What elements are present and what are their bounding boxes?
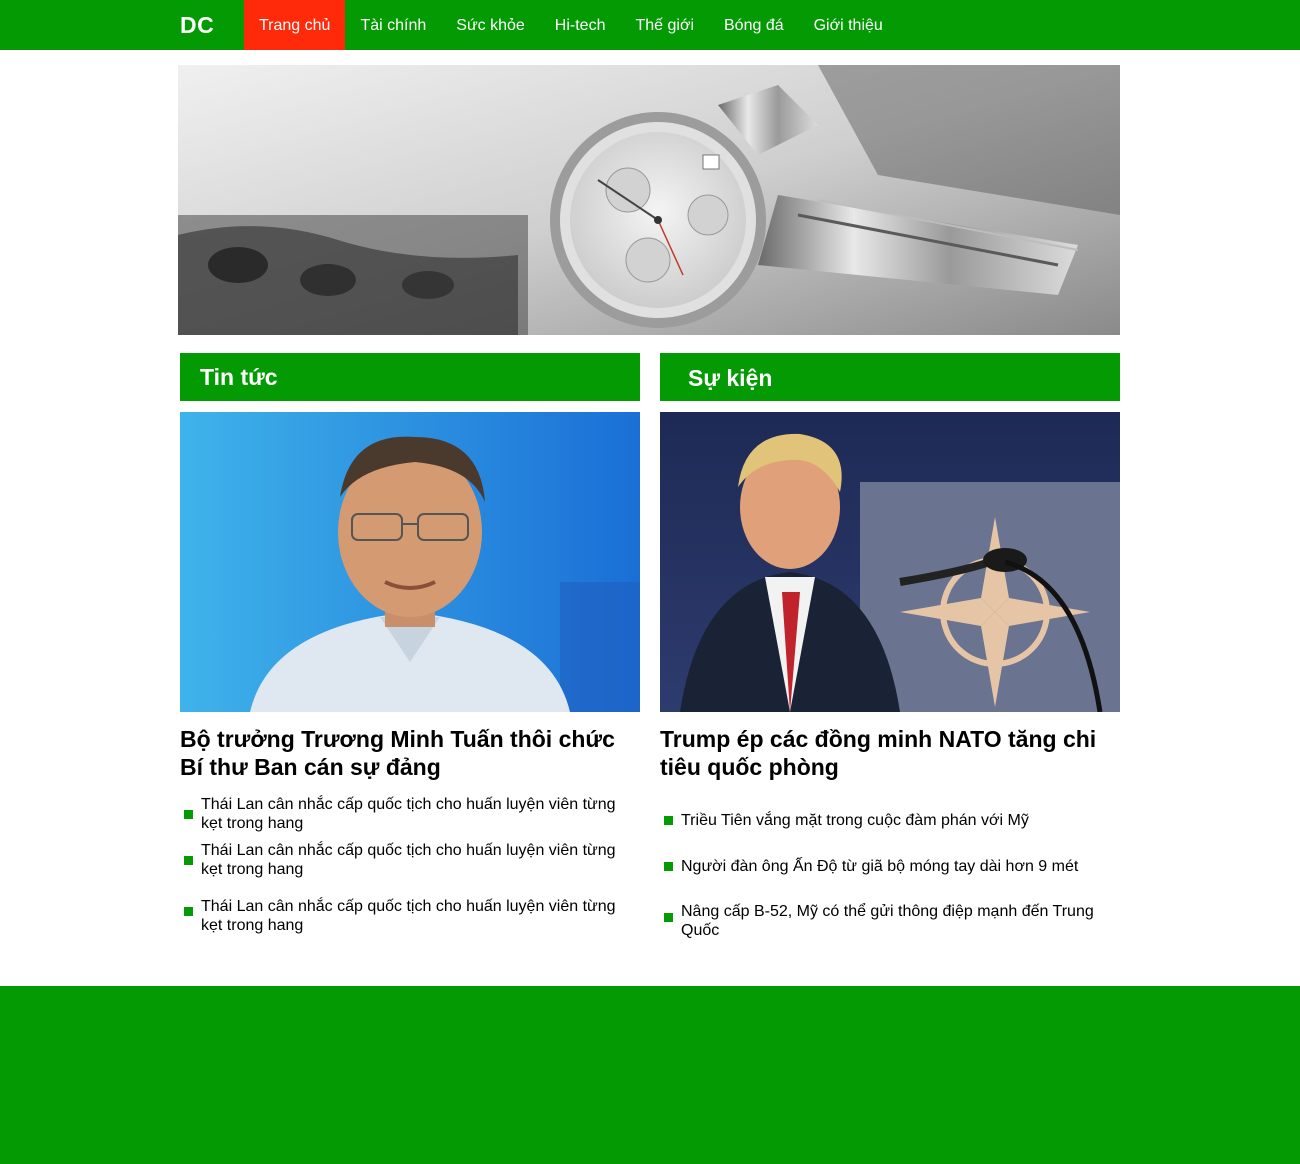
list-item-text: Người đàn ông Ấn Độ từ giã bộ móng tay d…: [681, 857, 1079, 875]
nav-item-home[interactable]: Trang chủ: [244, 0, 346, 50]
list-item[interactable]: Nâng cấp B-52, Mỹ có thể gửi thông điệp …: [660, 889, 1120, 945]
square-bullet-icon: [664, 816, 673, 825]
nav-item-hitech[interactable]: Hi-tech: [540, 0, 621, 50]
events-column: Sự kiện Trump ép các đồng minh NATO tăng…: [660, 353, 1120, 945]
square-bullet-icon: [184, 907, 193, 916]
minister-portrait-image[interactable]: [180, 412, 640, 712]
section-title-news[interactable]: Tin tức: [180, 353, 640, 401]
list-item-text: Thái Lan cân nhắc cấp quốc tịch cho huấn…: [201, 796, 616, 832]
watch-banner-image: [178, 65, 1120, 335]
square-bullet-icon: [664, 913, 673, 922]
section-title-events[interactable]: Sự kiện: [660, 353, 1120, 401]
list-item[interactable]: Triều Tiên vắng mặt trong cuộc đàm phán …: [660, 797, 1120, 843]
top-navbar: DC Trang chủ Tài chính Sức khỏe Hi-tech …: [0, 0, 1300, 50]
nav-item-world[interactable]: Thế giới: [620, 0, 709, 50]
list-item[interactable]: Thái Lan cân nhắc cấp quốc tịch cho huấn…: [180, 837, 640, 883]
site-logo[interactable]: DC: [180, 0, 214, 50]
square-bullet-icon: [664, 862, 673, 871]
list-item-text: Thái Lan cân nhắc cấp quốc tịch cho huấn…: [201, 898, 616, 934]
news-headline[interactable]: Bộ trưởng Trương Minh Tuấn thôi chức Bí …: [180, 725, 640, 781]
nav-item-health[interactable]: Sức khỏe: [441, 0, 540, 50]
list-item[interactable]: Thái Lan cân nhắc cấp quốc tịch cho huấn…: [180, 883, 640, 939]
main-nav: Trang chủ Tài chính Sức khỏe Hi-tech Thế…: [244, 0, 898, 50]
footer: [0, 986, 1300, 1164]
nav-item-football[interactable]: Bóng đá: [709, 0, 799, 50]
list-item-text: Triều Tiên vắng mặt trong cuộc đàm phán …: [681, 811, 1029, 829]
square-bullet-icon: [184, 856, 193, 865]
nav-item-about[interactable]: Giới thiệu: [799, 0, 898, 50]
list-item[interactable]: Thái Lan cân nhắc cấp quốc tịch cho huấn…: [180, 791, 640, 837]
events-headline[interactable]: Trump ép các đồng minh NATO tăng chi tiê…: [660, 725, 1120, 781]
list-item-text: Thái Lan cân nhắc cấp quốc tịch cho huấn…: [201, 842, 616, 878]
events-list: Triều Tiên vắng mặt trong cuộc đàm phán …: [660, 797, 1120, 945]
news-column: Tin tức Bộ trưởng Trương Minh Tuấn thôi …: [180, 353, 640, 939]
list-item[interactable]: Người đàn ông Ấn Độ từ giã bộ móng tay d…: [660, 843, 1120, 889]
trump-nato-image[interactable]: [660, 412, 1120, 712]
square-bullet-icon: [184, 810, 193, 819]
list-item-text: Nâng cấp B-52, Mỹ có thể gửi thông điệp …: [681, 903, 1094, 939]
nav-item-finance[interactable]: Tài chính: [345, 0, 441, 50]
news-list: Thái Lan cân nhắc cấp quốc tịch cho huấn…: [180, 791, 640, 939]
